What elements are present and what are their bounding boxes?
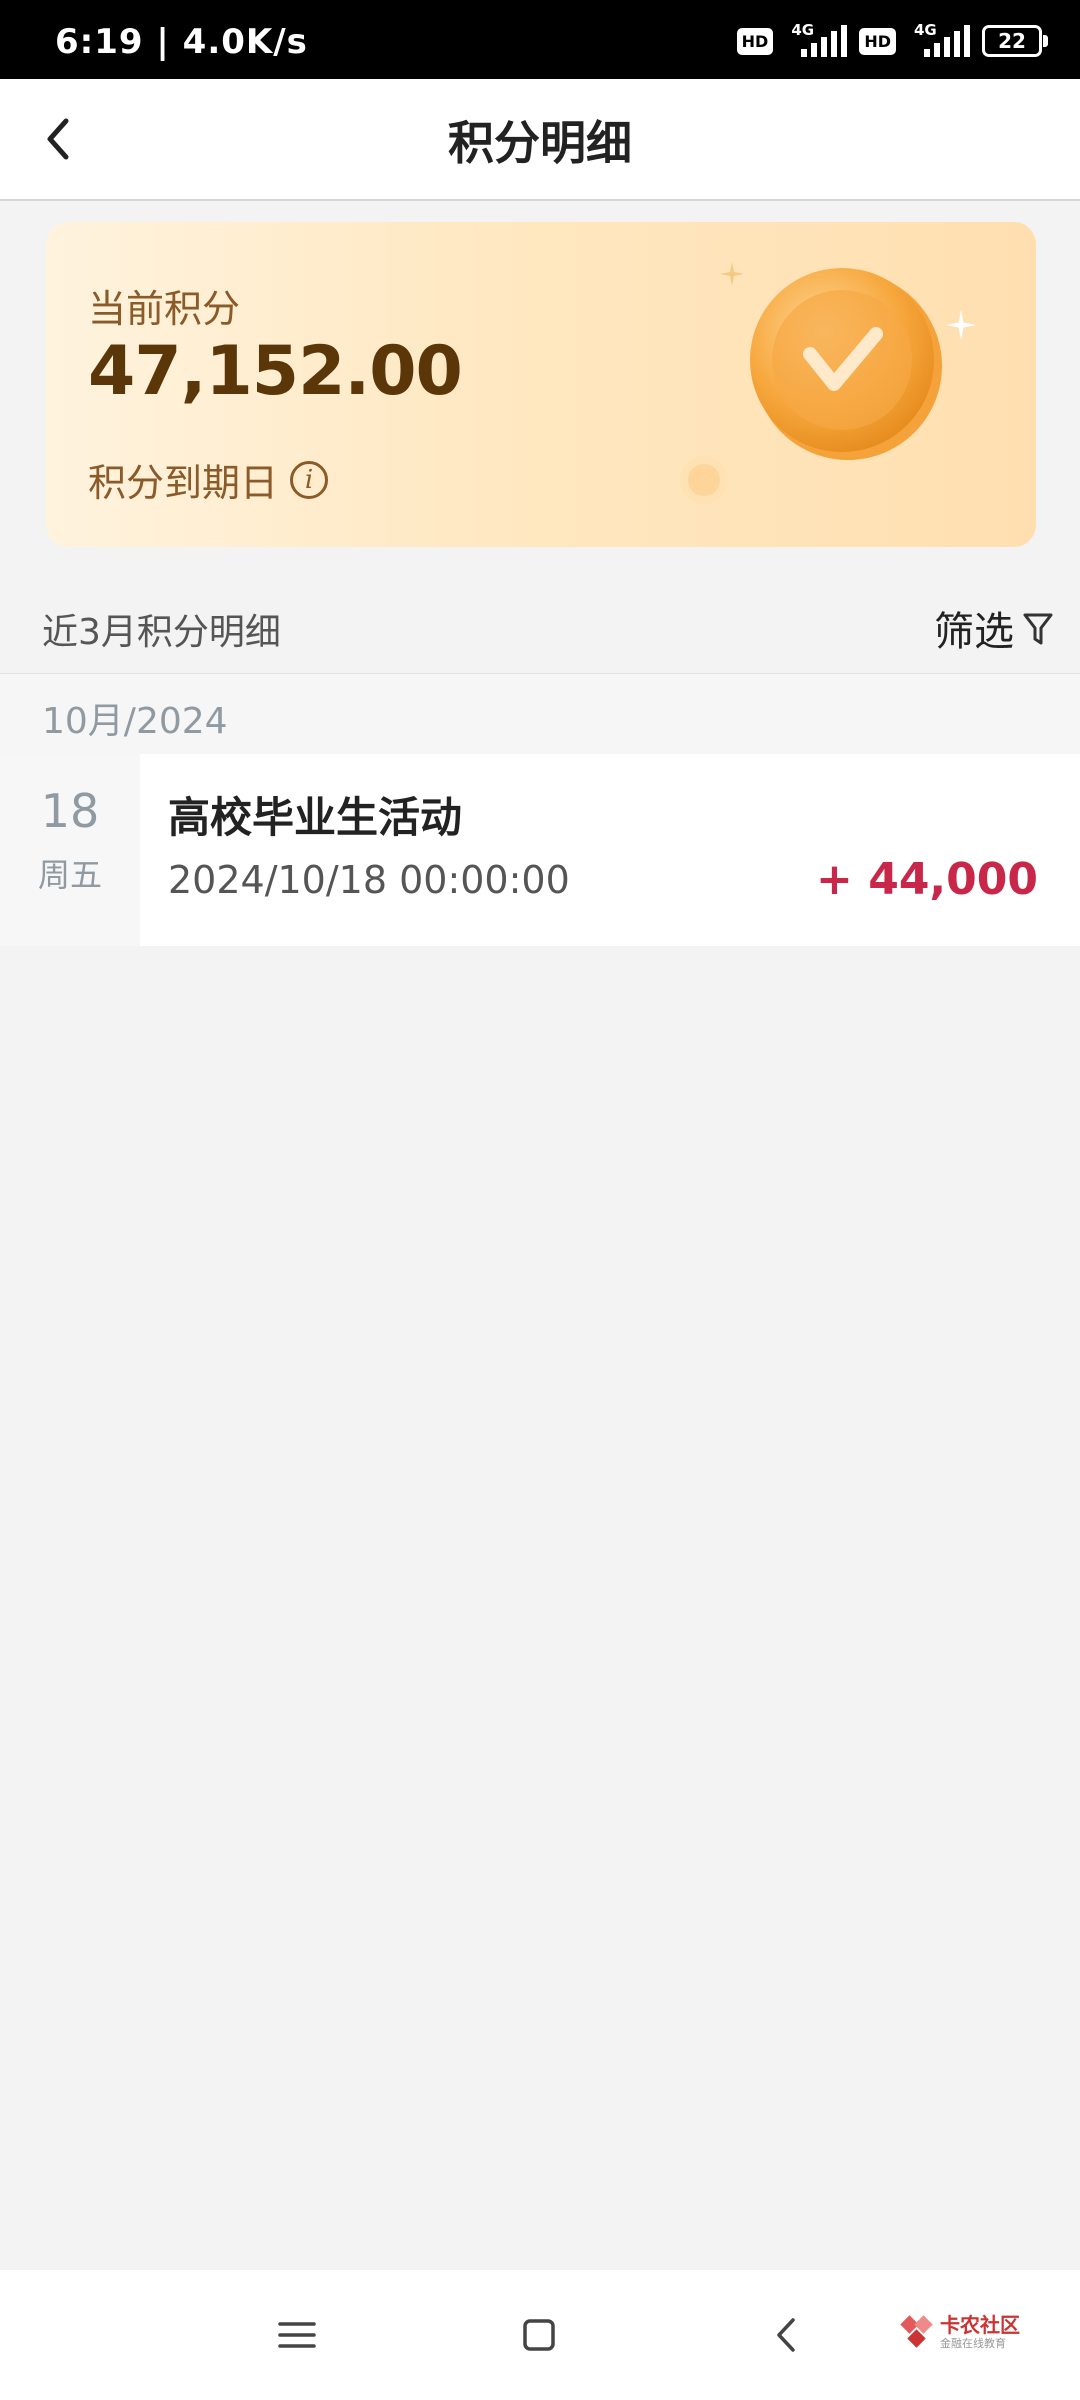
small-coin-icon (680, 456, 728, 504)
filter-icon (1023, 613, 1053, 645)
page-title: 积分明细 (448, 116, 632, 170)
record-weekday: 周五 (37, 856, 102, 894)
menu-icon[interactable] (270, 2308, 324, 2362)
watermark-subtitle: 金融在线教育 (940, 2337, 1006, 2350)
sparkle-icon (946, 310, 976, 340)
nav-back-icon[interactable] (760, 2308, 814, 2362)
current-points-label: 当前积分 (88, 287, 241, 331)
hd-badge: HD (736, 27, 774, 55)
home-square-icon[interactable] (512, 2308, 566, 2362)
status-time: 6:19 | 4.0K/s (55, 22, 308, 62)
status-icons: HD 4G HD 4G 22 (736, 16, 1048, 66)
current-points-value: 47,152.00 (88, 332, 463, 411)
record-name: 高校毕业生活动 (168, 793, 463, 842)
record-time: 2024/10/18 00:00:00 (168, 858, 570, 902)
status-bar: 6:19 | 4.0K/s HD 4G HD 4G 22 (0, 0, 1080, 79)
app-header: 积分明细 (0, 79, 1080, 201)
signal-icon: 4G (785, 21, 848, 61)
points-expiry-row[interactable]: 积分到期日 i (88, 452, 329, 507)
watermark-title: 卡农社区 (940, 2313, 1020, 2337)
record-date: 18 周五 (0, 754, 140, 946)
info-icon[interactable]: i (290, 460, 329, 499)
points-expiry-label: 积分到期日 (88, 461, 279, 505)
month-header: 10月/2024 (0, 673, 1080, 755)
watermark-logo-icon (900, 2315, 933, 2348)
signal-icon: 4G (908, 21, 970, 61)
watermark: 卡农社区 金融在线教育 (900, 2315, 1020, 2349)
filter-button[interactable]: 筛选 (934, 599, 1054, 657)
hd-badge: HD (859, 27, 896, 55)
record-day: 18 (40, 784, 100, 838)
battery-level: 22 (998, 29, 1026, 53)
record-amount: + 44,000 (816, 854, 1038, 905)
filter-label: 筛选 (934, 609, 1014, 655)
range-label: 近3月积分明细 (42, 612, 281, 653)
points-section-header: 近3月积分明细 筛选 (0, 585, 1080, 673)
points-record[interactable]: 18 周五 高校毕业生活动 2024/10/18 00:00:00 + 44,0… (0, 754, 1080, 946)
points-card: 当前积分 47,152.00 积分到期日 i (46, 222, 1036, 547)
coin-icon (750, 268, 942, 460)
month-label: 10月/2024 (42, 701, 228, 742)
battery-icon: 22 (982, 25, 1048, 57)
sparkle-icon (720, 262, 744, 286)
system-nav-bar: 卡农社区 金融在线教育 (0, 2270, 1080, 2400)
